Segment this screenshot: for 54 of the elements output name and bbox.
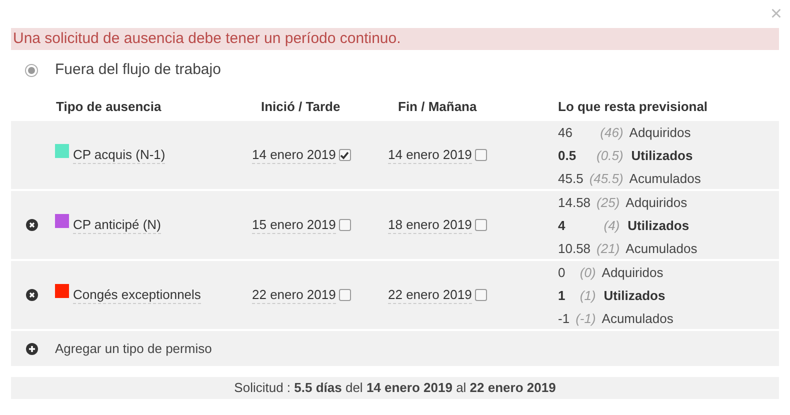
balance-label: Utilizados	[602, 286, 666, 304]
column-header: Inició / Tarde	[261, 99, 340, 114]
balance-label: Adquiridos	[602, 264, 664, 282]
balance-value: -1	[558, 310, 570, 328]
column-header: Lo que resta previsional	[558, 99, 708, 114]
previous-value: (0)	[578, 264, 596, 282]
balance-label: Acumulados	[629, 170, 702, 188]
checkbox[interactable]	[338, 149, 351, 161]
checkbox[interactable]	[338, 289, 351, 301]
absence-type-field[interactable]: CP acquis (N-1)	[73, 146, 166, 164]
previous-value: (45.5)	[589, 170, 624, 188]
column-header: Tipo de ausencia	[56, 99, 162, 114]
date-field[interactable]: 15 enero 2019	[252, 216, 336, 234]
date-field[interactable]: 22 enero 2019	[388, 286, 472, 304]
previous-value: (46)	[599, 124, 624, 142]
checkbox[interactable]	[474, 149, 487, 161]
balance-label: Adquiridos	[629, 124, 692, 142]
balance-label: Utilizados	[630, 146, 694, 164]
remove-icon[interactable]	[26, 219, 38, 231]
previous-value: (4)	[602, 216, 620, 235]
balance-label: Acumulados	[602, 310, 674, 328]
balance-label: Utilizados	[626, 216, 690, 234]
request-summary: Solicitud : 5.5 días del 14 enero 2019 al 22 enero 2019	[11, 377, 779, 399]
balance-label: Acumulados	[626, 240, 698, 258]
previous-value: (0.5)	[596, 146, 624, 165]
balance-value: 0.5	[558, 146, 578, 164]
balance-value: 4	[558, 216, 566, 234]
previous-value: (25)	[596, 194, 620, 212]
balance-value: 45.5	[558, 170, 584, 188]
checkbox[interactable]	[474, 289, 487, 301]
checkbox[interactable]	[338, 219, 351, 231]
balance-value: 14.58	[558, 194, 591, 212]
date-field[interactable]: 22 enero 2019	[252, 286, 336, 304]
balance-label: Adquiridos	[626, 194, 688, 212]
balance-value: 0	[558, 264, 566, 282]
date-field[interactable]: 14 enero 2019	[388, 146, 472, 164]
balance-value: 1	[558, 286, 566, 304]
error-message: Una solicitud de ausencia debe tener un período continuo.	[11, 28, 779, 50]
balance-value: 10.58	[558, 240, 591, 258]
previous-value: (21)	[596, 240, 620, 258]
add-icon[interactable]	[26, 342, 38, 354]
add-absence-type-link[interactable]: Agregar un tipo de permiso	[55, 338, 212, 358]
radio-label: Fuera del flujo de trabajo	[55, 60, 221, 80]
balance-value: 46	[558, 124, 574, 142]
remove-icon[interactable]	[26, 289, 38, 301]
absence-type-field[interactable]: Congés exceptionnels	[73, 286, 201, 304]
absence-type-field[interactable]: CP anticipé (N)	[73, 216, 161, 234]
date-field[interactable]: 14 enero 2019	[252, 146, 336, 164]
date-field[interactable]: 18 enero 2019	[388, 216, 472, 234]
previous-value: (1)	[578, 286, 596, 305]
radio-button[interactable]	[25, 64, 38, 76]
previous-value: (-1)	[576, 310, 596, 328]
checkbox[interactable]	[474, 219, 487, 231]
column-header: Fin / Mañana	[398, 99, 477, 114]
